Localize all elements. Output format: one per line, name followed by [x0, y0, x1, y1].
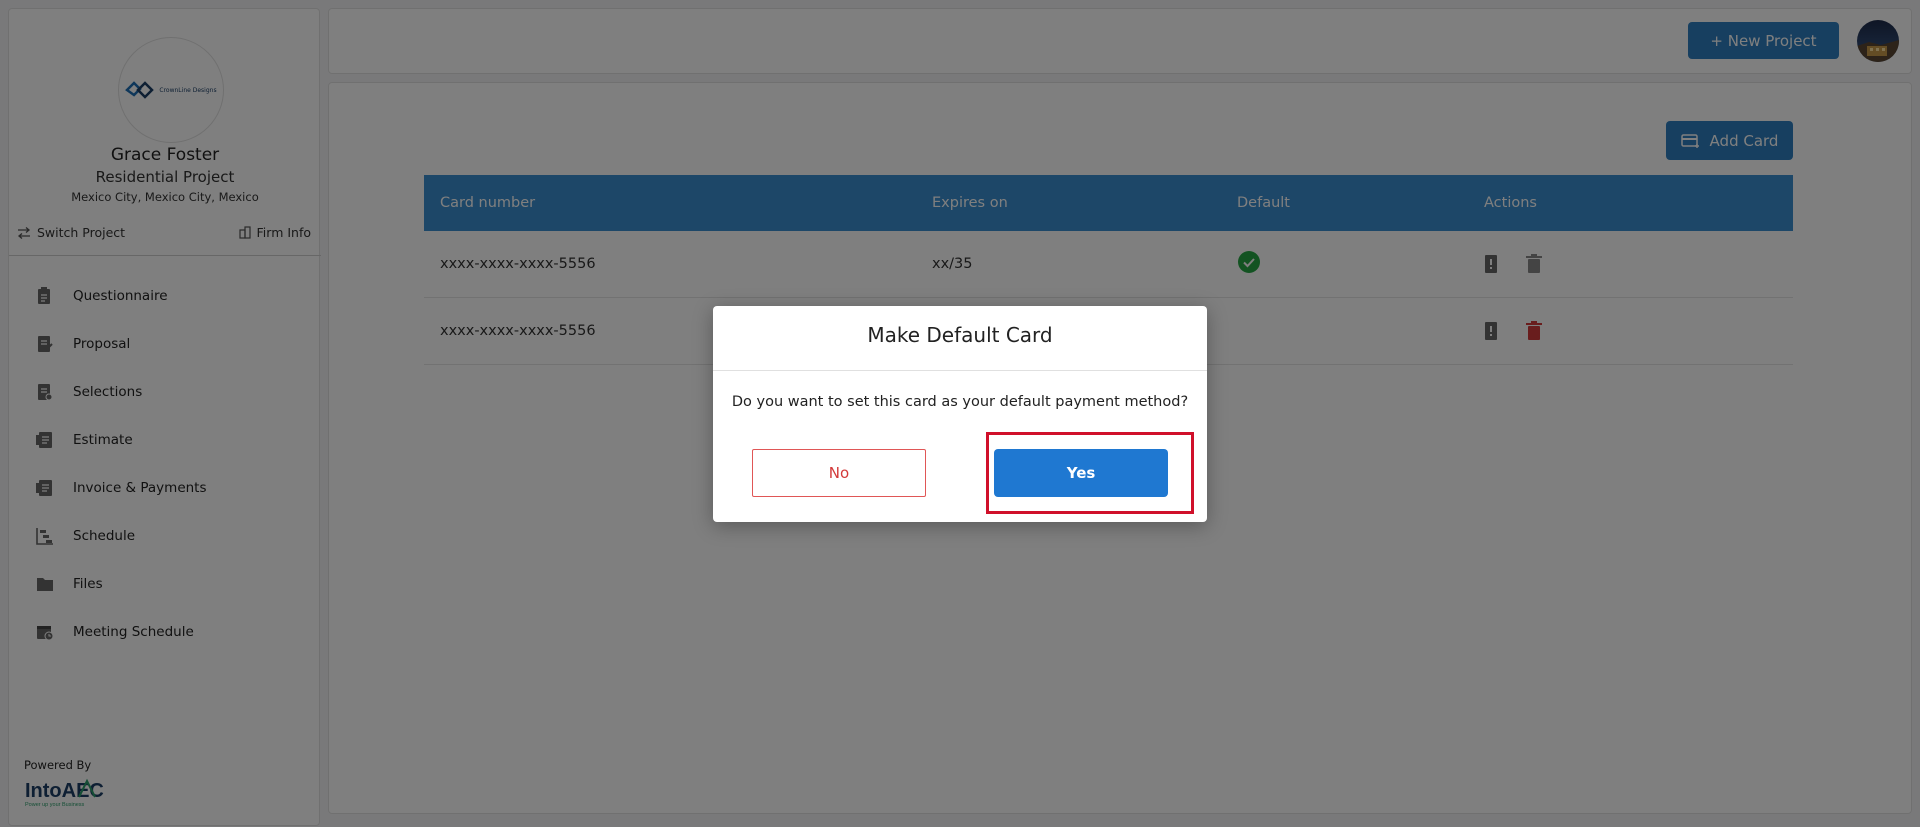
dialog-divider	[713, 370, 1207, 371]
no-button[interactable]: No	[752, 449, 926, 497]
dialog-message: Do you want to set this card as your def…	[731, 394, 1189, 410]
yes-button-highlight	[986, 432, 1194, 514]
dialog-title: Make Default Card	[867, 323, 1053, 347]
